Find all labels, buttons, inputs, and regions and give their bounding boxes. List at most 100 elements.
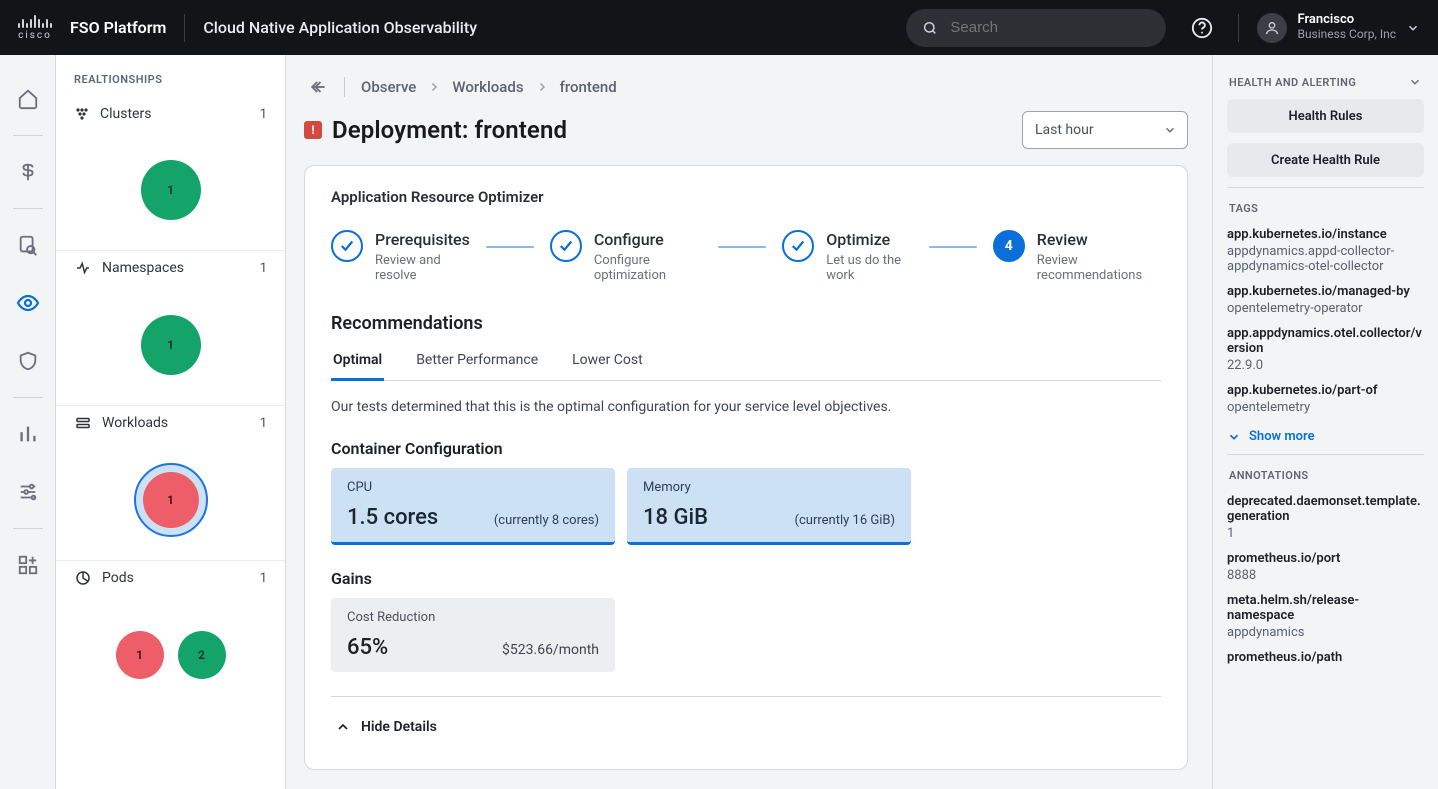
rel-bubble[interactable]: 2 xyxy=(178,631,226,679)
nav-configure[interactable] xyxy=(0,468,56,516)
chevron-down-icon xyxy=(1406,21,1420,35)
chevron-right-icon xyxy=(536,81,548,93)
kv-value: 1 xyxy=(1227,526,1424,541)
config-card-cpu: CPU1.5 cores(currently 8 cores) xyxy=(331,468,615,545)
gain-card: Cost Reduction65%$523.66/month xyxy=(331,598,615,672)
rel-bubble[interactable]: 1 xyxy=(116,631,164,679)
check-icon xyxy=(550,230,582,262)
card-current: (currently 16 GiB) xyxy=(795,513,895,528)
crumb-observe[interactable]: Observe xyxy=(361,78,416,96)
nav-observe[interactable] xyxy=(0,279,56,327)
user-org: Business Corp, Inc xyxy=(1297,28,1396,42)
rel-group-namespaces[interactable]: Namespaces 1 xyxy=(56,251,285,285)
rel-bubble[interactable]: 1 xyxy=(134,463,208,537)
help-button[interactable] xyxy=(1184,10,1220,46)
rel-group-workloads[interactable]: Workloads1 xyxy=(56,406,285,440)
top-bar: cisco FSO Platform Cloud Native Applicat… xyxy=(0,0,1438,55)
status-badge: ! xyxy=(304,121,322,139)
show-more-tags[interactable]: Show more xyxy=(1227,429,1424,444)
kv-key: app.kubernetes.io/instance xyxy=(1227,227,1424,242)
create-health-rule-button[interactable]: Create Health Rule xyxy=(1227,143,1424,177)
nav-home[interactable] xyxy=(0,75,56,123)
crumb-workloads[interactable]: Workloads xyxy=(452,78,523,96)
rel-bubbles: 1 xyxy=(56,440,285,560)
crumb-frontend[interactable]: frontend xyxy=(560,78,617,96)
rel-bubble[interactable]: 1 xyxy=(141,160,201,220)
step-2: Configure Configure optimization xyxy=(550,230,702,283)
nav-cost[interactable] xyxy=(0,148,56,196)
bar-chart-icon xyxy=(17,423,39,445)
document-search-icon xyxy=(17,234,39,256)
kv-key: app.appdynamics.otel.collector/version xyxy=(1227,326,1424,356)
step-3: Optimize Let us do the work xyxy=(782,230,913,283)
rel-icon xyxy=(74,569,92,587)
nav-analytics[interactable] xyxy=(0,410,56,458)
recommendation-desc: Our tests determined that this is the op… xyxy=(331,399,1161,415)
tab-lower-cost[interactable]: Lower Cost xyxy=(570,344,645,381)
optimizer-title: Application Resource Optimizer xyxy=(331,188,1161,206)
step-subtitle: Let us do the work xyxy=(826,253,913,283)
step-title: Optimize xyxy=(826,230,913,249)
optimizer-panel: Application Resource Optimizer Prerequis… xyxy=(304,165,1188,770)
hide-details-toggle[interactable]: Hide Details xyxy=(331,696,1161,747)
rel-group-pods[interactable]: Pods1 xyxy=(56,561,285,595)
time-range-select[interactable]: Last hour xyxy=(1022,111,1188,149)
step-subtitle: Review recommendations xyxy=(1037,253,1161,283)
user-menu[interactable]: Francisco Business Corp, Inc xyxy=(1257,13,1420,43)
grid-add-icon xyxy=(17,554,39,576)
relationships-panel: REALTIONSHIPS Clusters11Namespaces11Work… xyxy=(56,55,286,789)
rel-group-clusters[interactable]: Clusters1 xyxy=(56,98,285,130)
health-heading[interactable]: HEALTH AND ALERTING xyxy=(1227,71,1424,99)
tags-heading: TAGS xyxy=(1229,202,1258,215)
card-value: 18 GiB xyxy=(643,505,708,530)
time-range-value: Last hour xyxy=(1035,122,1094,138)
avatar xyxy=(1257,13,1287,43)
brand-name: FSO Platform xyxy=(70,18,166,37)
page-title: Deployment: frontend xyxy=(332,116,567,144)
nav-explore[interactable] xyxy=(0,221,56,269)
search-input[interactable] xyxy=(948,18,1150,37)
rel-bubbles: 12 xyxy=(56,595,285,715)
nav-security[interactable] xyxy=(0,337,56,385)
rel-bubble[interactable]: 1 xyxy=(141,315,201,375)
nav-apps[interactable] xyxy=(0,541,56,589)
kv-key: app.kubernetes.io/part-of xyxy=(1227,383,1424,398)
kv-value: opentelemetry-operator xyxy=(1227,301,1424,316)
card-current: (currently 8 cores) xyxy=(494,513,599,528)
rel-count: 1 xyxy=(260,107,267,122)
rel-label: Workloads xyxy=(102,415,168,431)
search-box[interactable] xyxy=(906,9,1166,47)
step-4: 4ReviewReview recommendations xyxy=(993,230,1161,283)
breadcrumb: Observe Workloads frontend xyxy=(304,73,1188,101)
product-name: Cloud Native Application Observability xyxy=(203,18,477,37)
config-card-memory: Memory18 GiB(currently 16 GiB) xyxy=(627,468,911,545)
kv-key: meta.helm.sh/release-namespace xyxy=(1227,593,1424,623)
rel-icon xyxy=(74,259,92,277)
rel-bubbles: 1 xyxy=(56,130,285,250)
chevron-up-icon xyxy=(335,719,351,735)
main-content: Observe Workloads frontend ! Deployment:… xyxy=(286,55,1212,789)
arrow-left-icon xyxy=(308,77,328,97)
sliders-icon xyxy=(17,481,39,503)
chevron-right-icon xyxy=(428,81,440,93)
chevron-down-icon xyxy=(1408,75,1422,89)
annotations-heading: ANNOTATIONS xyxy=(1229,469,1309,482)
step-title: Review xyxy=(1037,230,1161,249)
tab-better-performance[interactable]: Better Performance xyxy=(414,344,540,381)
kv-value: appdynamics.appd-collector-appdynamics-o… xyxy=(1227,244,1424,274)
rel-count: 1 xyxy=(260,261,267,276)
chevron-down-icon xyxy=(1227,430,1241,444)
step-title: Prerequisites xyxy=(375,230,470,249)
health-rules-button[interactable]: Health Rules xyxy=(1227,99,1424,133)
tab-optimal[interactable]: Optimal xyxy=(331,344,384,381)
shield-icon xyxy=(17,350,39,372)
card-value: 1.5 cores xyxy=(347,505,438,530)
rel-icon xyxy=(74,106,90,122)
rel-label: Pods xyxy=(102,570,134,586)
kv-key: prometheus.io/path xyxy=(1227,650,1424,665)
back-button[interactable] xyxy=(304,73,332,101)
step-subtitle: Configure optimization xyxy=(594,253,702,283)
rel-label: Namespaces xyxy=(102,260,184,276)
step-title: Configure xyxy=(594,230,702,249)
rel-icon xyxy=(74,414,92,432)
